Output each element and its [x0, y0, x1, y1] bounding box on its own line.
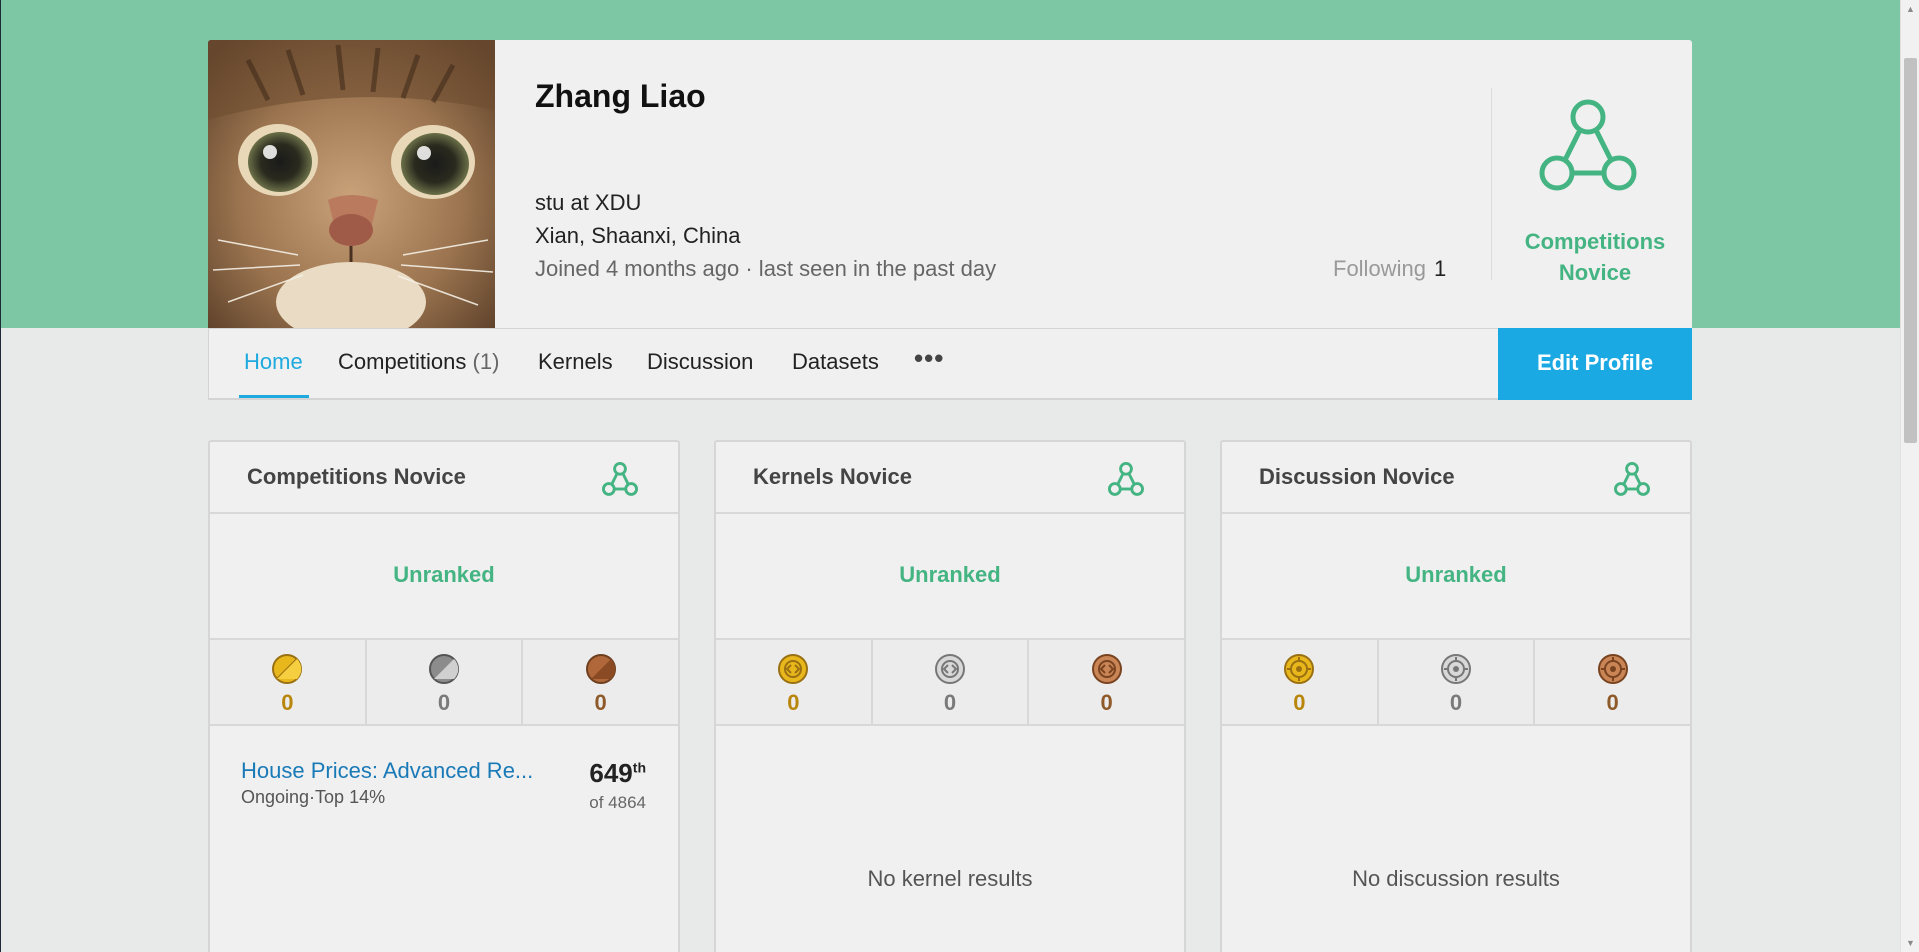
- tab-competitions[interactable]: Competitions (1): [338, 349, 499, 375]
- competition-medal-icon: [429, 654, 459, 684]
- scroll-down-icon[interactable]: ▼: [1901, 934, 1919, 952]
- active-tab-indicator: [239, 395, 309, 398]
- scroll-up-icon[interactable]: ▲: [1901, 0, 1919, 18]
- silver-medal-cell: 0: [1379, 640, 1536, 724]
- silver-count: 0: [1449, 690, 1463, 715]
- discussion-medal-icon: [1597, 654, 1628, 684]
- following-label: Following: [1333, 256, 1426, 281]
- gold-medal-cell: 0: [210, 640, 367, 724]
- silver-count: 0: [437, 690, 451, 715]
- tier-label: Competitions Novice: [1498, 226, 1692, 288]
- profile-joined: Joined 4 months ago · last seen in the p…: [535, 256, 997, 281]
- card-header: Kernels Novice: [716, 442, 1184, 514]
- bronze-medal-cell: 0: [1535, 640, 1690, 724]
- tier-divider: [1491, 88, 1492, 280]
- discussion-medal-icon: [1284, 654, 1315, 684]
- medal-row: 0 0 0: [716, 638, 1184, 726]
- empty-results-message: No discussion results: [1352, 866, 1560, 891]
- discussion-tier-card: Discussion Novice Unranked 0 0 0 No disc…: [1220, 440, 1692, 952]
- rank-suffix: th: [632, 759, 646, 776]
- avatar[interactable]: [208, 40, 495, 328]
- profile-bio: stu at XDU: [535, 190, 642, 215]
- tab-home[interactable]: Home: [244, 349, 303, 375]
- gold-medal-cell: 0: [716, 640, 873, 724]
- competition-entry-status: Ongoing·Top 14%: [241, 787, 386, 807]
- cat-avatar-image: [208, 40, 495, 328]
- competition-entry-link[interactable]: House Prices: Advanced Re...: [241, 758, 533, 784]
- bronze-medal-cell: 0: [523, 640, 678, 724]
- edit-profile-button[interactable]: Edit Profile: [1498, 328, 1692, 400]
- tab-competitions-label: Competitions: [338, 349, 467, 374]
- profile-name: Zhang Liao: [535, 78, 706, 114]
- novice-tier-icon: [602, 462, 638, 503]
- silver-medal-cell: 0: [873, 640, 1030, 724]
- profile-card: Zhang Liao stu at XDU Xian, Shaanxi, Chi…: [208, 40, 1692, 328]
- medal-row: 0 0 0: [1222, 638, 1690, 726]
- card-header: Competitions Novice: [210, 442, 678, 514]
- kernel-medal-icon: [1091, 654, 1122, 684]
- competition-entry-total: of 4864: [589, 793, 646, 812]
- competition-medal-icon: [585, 654, 616, 684]
- card-title: Competitions Novice: [247, 464, 466, 489]
- kernel-medal-icon: [778, 654, 809, 684]
- card-title: Kernels Novice: [753, 464, 912, 489]
- gold-count: 0: [281, 690, 294, 715]
- card-rank: Unranked: [1405, 562, 1507, 587]
- kernel-medal-icon: [935, 654, 965, 684]
- bronze-count: 0: [1606, 690, 1619, 715]
- page-scrollbar[interactable]: ▲ ▼: [1900, 0, 1919, 952]
- window-edge: [0, 0, 1, 952]
- silver-count: 0: [943, 690, 957, 715]
- rank-number: 649: [589, 758, 633, 788]
- card-rank: Unranked: [899, 562, 1001, 587]
- bronze-medal-cell: 0: [1029, 640, 1184, 724]
- tab-discussion[interactable]: Discussion: [647, 349, 753, 375]
- profile-location: Xian, Shaanxi, China: [535, 223, 741, 248]
- gold-count: 0: [1293, 690, 1306, 715]
- card-title: Discussion Novice: [1259, 464, 1455, 489]
- empty-results-message: No kernel results: [867, 866, 1033, 891]
- tier-label-line2: Novice: [1558, 260, 1632, 285]
- novice-tier-icon: [1538, 98, 1638, 203]
- profile-nav: Home Competitions (1) Kernels Discussion…: [208, 328, 1692, 400]
- competitions-tier-card: Competitions Novice Unranked 0 0 0 House…: [208, 440, 680, 952]
- gold-medal-cell: 0: [1222, 640, 1379, 724]
- competition-medal-icon: [272, 654, 303, 684]
- gold-count: 0: [787, 690, 800, 715]
- tab-datasets[interactable]: Datasets: [792, 349, 879, 375]
- bronze-count: 0: [594, 690, 607, 715]
- following-count: 1: [1433, 256, 1447, 281]
- tier-label-line1: Competitions: [1524, 229, 1666, 254]
- competition-entry-rank: 649th: [589, 758, 646, 789]
- tab-competitions-count: (1): [472, 349, 500, 374]
- discussion-medal-icon: [1441, 654, 1471, 684]
- novice-tier-icon: [1614, 462, 1650, 503]
- kernels-tier-card: Kernels Novice Unranked 0 0 0 No kernel …: [714, 440, 1186, 952]
- following-link[interactable]: Following 1: [1333, 256, 1446, 282]
- scroll-thumb[interactable]: [1904, 58, 1917, 443]
- card-rank: Unranked: [393, 562, 495, 587]
- silver-medal-cell: 0: [367, 640, 524, 724]
- bronze-count: 0: [1100, 690, 1113, 715]
- more-menu-button[interactable]: •••: [914, 343, 944, 374]
- card-header: Discussion Novice: [1222, 442, 1690, 514]
- tab-kernels[interactable]: Kernels: [538, 349, 613, 375]
- novice-tier-icon: [1108, 462, 1144, 503]
- medal-row: 0 0 0: [210, 638, 678, 726]
